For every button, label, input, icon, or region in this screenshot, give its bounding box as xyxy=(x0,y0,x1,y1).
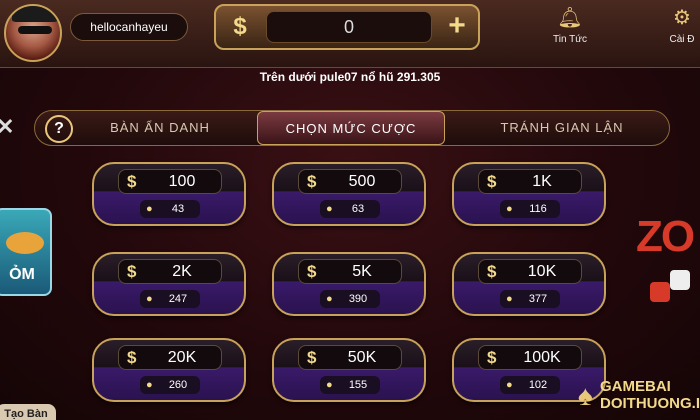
player-count: 260 xyxy=(168,379,188,391)
player-count-pill: ● 247 xyxy=(140,290,200,308)
side-game-card[interactable]: ỎM xyxy=(0,208,52,296)
bell-icon: 🔔︎ xyxy=(557,7,583,29)
dollar-icon: $ xyxy=(233,13,247,40)
close-icon[interactable]: ✕ xyxy=(0,114,14,140)
bet-option[interactable]: $1K ● 116 xyxy=(452,162,606,226)
bet-option[interactable]: $500 ● 63 xyxy=(272,162,426,226)
player-count: 43 xyxy=(171,203,185,215)
bet-amount-pill: $100K xyxy=(478,345,582,370)
coin-icon xyxy=(6,232,44,254)
tab-anonymous[interactable]: BÀN ẨN DANH xyxy=(85,111,235,145)
bet-amount-pill: $2K xyxy=(118,259,222,284)
create-table-button[interactable]: Tạo Bàn xyxy=(0,404,56,420)
person-icon: ● xyxy=(326,379,333,391)
side-logo: ZO xyxy=(630,208,700,308)
bet-amount: 20K xyxy=(167,349,197,366)
news-button[interactable]: 🔔︎ Tin Tức xyxy=(540,6,600,45)
help-button[interactable]: ? xyxy=(45,115,73,143)
tab-anti-cheat[interactable]: TRÁNH GIAN LẬN xyxy=(467,111,657,145)
dollar-icon: $ xyxy=(127,172,137,191)
player-count-pill: ● 155 xyxy=(320,376,380,394)
balance-value: 0 xyxy=(266,11,432,43)
player-count-pill: ● 260 xyxy=(140,376,200,394)
bet-option[interactable]: $5K ● 390 xyxy=(272,252,426,316)
side-game-card-text: ỎM xyxy=(9,266,35,283)
bet-amount-pill: $500 xyxy=(298,169,402,194)
side-logo-text: ZO xyxy=(636,212,695,261)
balance-panel: $ 0 + xyxy=(214,4,480,50)
bet-option[interactable]: $20K ● 260 xyxy=(92,338,246,402)
bet-amount: 100 xyxy=(168,173,196,190)
bet-amount-pill: $5K xyxy=(298,259,402,284)
player-count-pill: ● 63 xyxy=(320,200,380,218)
person-icon: ● xyxy=(506,203,513,215)
player-count-pill: ● 43 xyxy=(140,200,200,218)
dollar-icon: $ xyxy=(127,348,137,367)
player-count: 155 xyxy=(348,379,368,391)
dice-icon xyxy=(650,282,670,302)
player-count: 377 xyxy=(528,293,548,305)
bet-option[interactable]: $2K ● 247 xyxy=(92,252,246,316)
spade-icon: ♠ xyxy=(578,380,593,411)
person-icon: ● xyxy=(506,379,513,391)
dollar-icon: $ xyxy=(307,172,317,191)
bet-amount: 2K xyxy=(172,263,192,280)
dollar-icon: $ xyxy=(127,262,137,281)
person-icon: ● xyxy=(146,293,153,305)
dollar-icon: $ xyxy=(487,348,497,367)
bet-amount: 10K xyxy=(527,263,557,280)
bet-amount: 100K xyxy=(523,349,561,366)
bet-amount-pill: $50K xyxy=(298,345,402,370)
bet-option[interactable]: $50K ● 155 xyxy=(272,338,426,402)
bet-amount: 1K xyxy=(532,173,552,190)
dollar-icon: $ xyxy=(307,262,317,281)
person-icon: ● xyxy=(326,293,333,305)
avatar-cap xyxy=(12,6,58,22)
player-count: 102 xyxy=(528,379,548,391)
tab-choose-bet[interactable]: CHỌN MỨC CƯỢC xyxy=(257,111,445,145)
bet-amount-pill: $20K xyxy=(118,345,222,370)
player-count: 247 xyxy=(168,293,188,305)
bet-option[interactable]: $100 ● 43 xyxy=(92,162,246,226)
bet-amount-pill: $10K xyxy=(478,259,582,284)
player-count-pill: ● 390 xyxy=(320,290,380,308)
tab-bar: ? BÀN ẨN DANH CHỌN MỨC CƯỢC TRÁNH GIAN L… xyxy=(34,110,670,146)
news-label: Tin Tức xyxy=(553,34,587,45)
username: hellocanhayeu xyxy=(70,13,188,41)
player-count-pill: ● 377 xyxy=(500,290,560,308)
jackpot-notice: Trên dưới pule07 nổ hũ 291.305 xyxy=(259,70,441,84)
watermark-line-2: DOITHUONG.IS xyxy=(600,395,700,412)
player-count: 116 xyxy=(529,203,547,215)
person-icon: ● xyxy=(506,293,513,305)
person-icon: ● xyxy=(326,203,333,215)
dollar-icon: $ xyxy=(487,172,497,191)
settings-label: Cài Đ xyxy=(669,34,695,45)
watermark: ♠ GAMEBAI DOITHUONG.IS xyxy=(578,376,700,416)
dollar-icon: $ xyxy=(307,348,317,367)
bet-option[interactable]: $10K ● 377 xyxy=(452,252,606,316)
watermark-line-1: GAMEBAI xyxy=(600,378,671,395)
bet-amount: 500 xyxy=(348,173,376,190)
bet-amount: 50K xyxy=(347,349,377,366)
bet-amount-pill: $1K xyxy=(478,169,582,194)
top-bar: hellocanhayeu $ 0 + 🔔︎ Tin Tức ⚙ Cài Đ xyxy=(0,0,700,68)
add-funds-button[interactable]: + xyxy=(440,10,474,44)
gear-icon: ⚙ xyxy=(673,7,691,29)
dollar-icon: $ xyxy=(487,262,497,281)
person-icon: ● xyxy=(146,379,153,391)
person-icon: ● xyxy=(146,203,153,215)
settings-button[interactable]: ⚙ Cài Đ xyxy=(652,6,700,45)
player-count-pill: ● 102 xyxy=(500,376,560,394)
bet-amount: 5K xyxy=(352,263,372,280)
avatar-glasses xyxy=(18,26,52,34)
dice-icon xyxy=(670,270,690,290)
bet-amount-pill: $100 xyxy=(118,169,222,194)
player-count-pill: ● 116 xyxy=(500,200,560,218)
player-count: 63 xyxy=(351,203,365,215)
player-count: 390 xyxy=(348,293,368,305)
avatar[interactable] xyxy=(4,4,62,62)
